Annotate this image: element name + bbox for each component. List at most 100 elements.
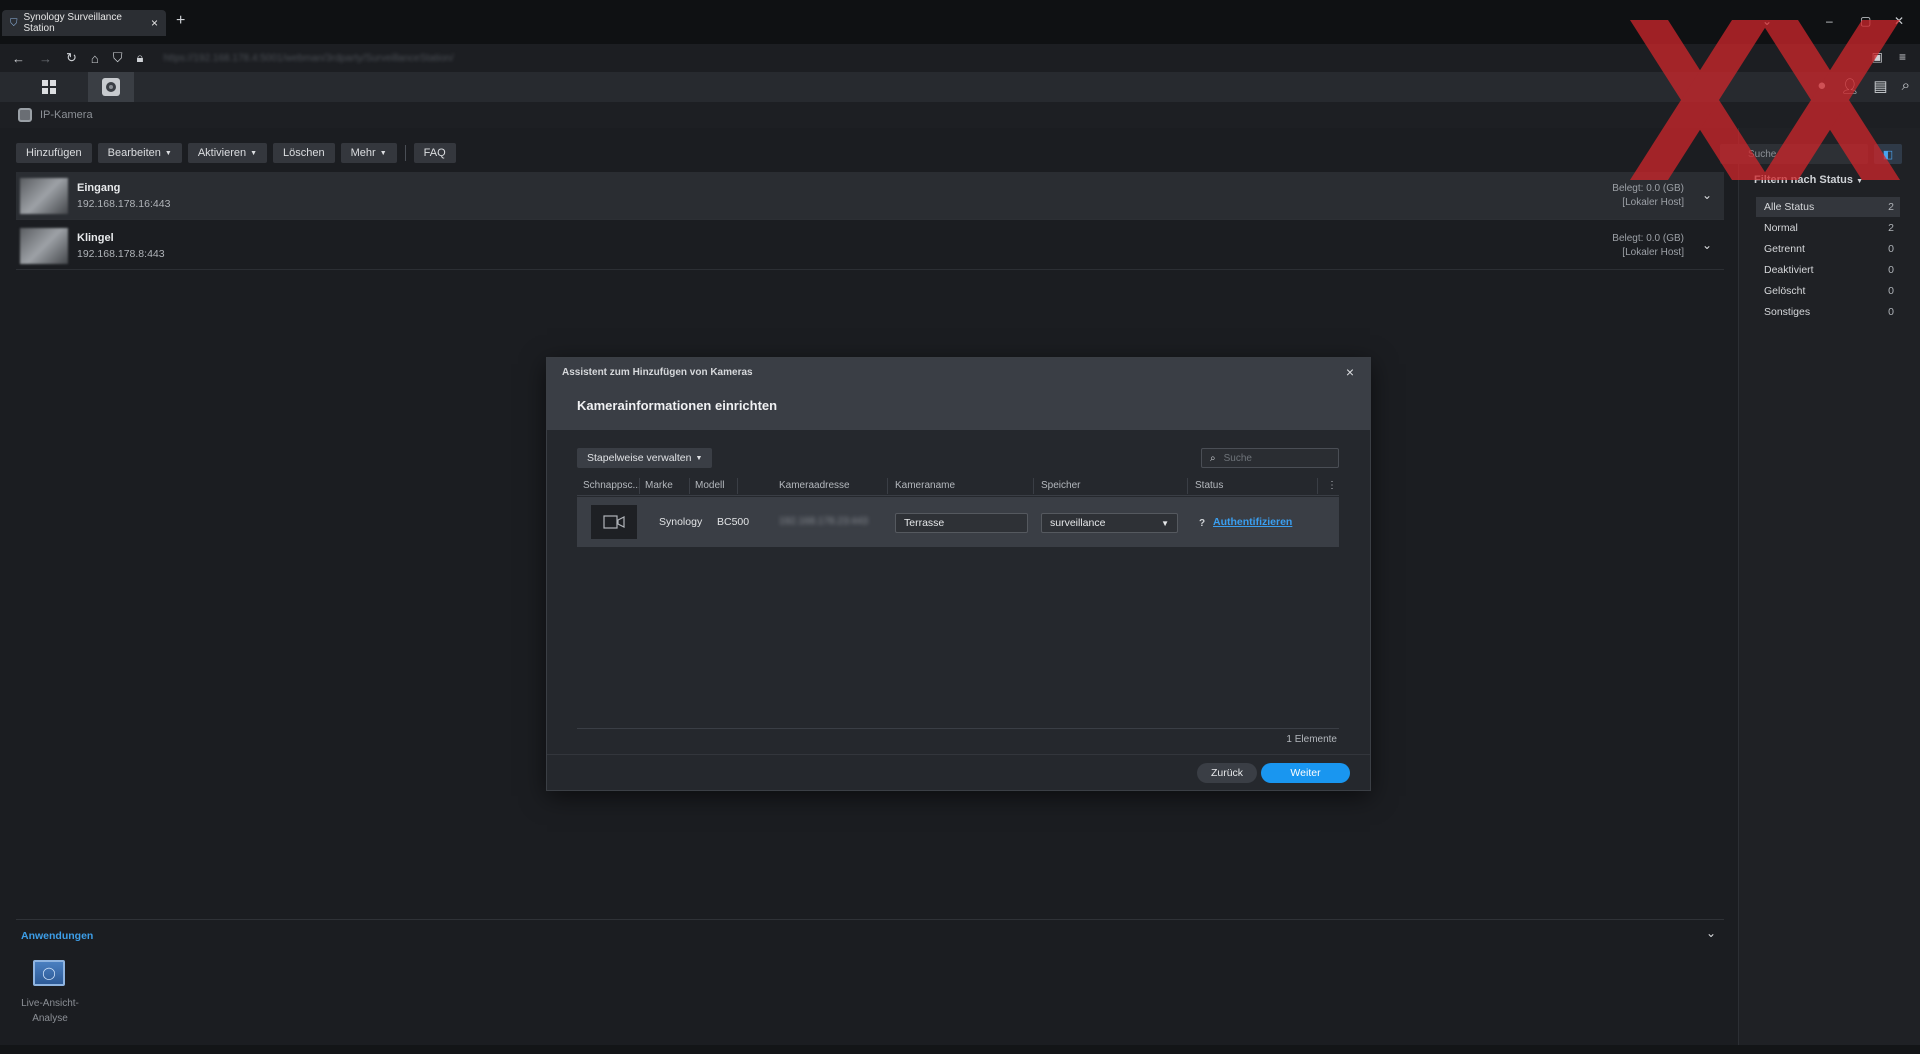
edit-button[interactable]: Bearbeiten ▼ (97, 143, 182, 163)
column-model[interactable]: Modell (695, 480, 724, 491)
tracking-shield-icon[interactable]: ⛉ (113, 50, 123, 66)
delete-label: Löschen (283, 147, 325, 159)
column-divider (1033, 478, 1034, 494)
chevron-down-icon[interactable]: ⌄ (1702, 238, 1712, 252)
camera-row[interactable]: Klingel 192.168.178.8:443 Belegt: 0.0 (G… (16, 222, 1724, 270)
table-row[interactable]: Synology BC500 192.168.178.23:443 Terras… (577, 497, 1339, 547)
apps-divider (16, 919, 1724, 920)
apps-title[interactable]: Anwendungen (21, 930, 93, 942)
add-button[interactable]: Hinzufügen (16, 143, 92, 163)
filter-count: 0 (1888, 243, 1894, 255)
filter-label: Gelöscht (1764, 285, 1806, 297)
camera-usage: Belegt: 0.0 (GB) [Lokaler Host] (1612, 182, 1684, 210)
surveillance-icon (102, 78, 120, 96)
column-divider (887, 478, 888, 494)
activate-label: Aktivieren (197, 147, 247, 159)
column-name[interactable]: Kameraname (895, 480, 955, 491)
toolbar-divider (404, 145, 406, 161)
camera-name: Klingel (77, 232, 114, 244)
filter-count: 0 (1888, 285, 1894, 297)
live-analytics-label[interactable]: Live-Ansicht-Analyse (14, 996, 86, 1026)
table-header: Schnappsc... Marke Modell Kameraadresse … (577, 476, 1339, 496)
search-placeholder: Suche (1223, 452, 1252, 464)
main-menu-button[interactable] (26, 72, 72, 102)
home-icon[interactable]: ⌂ (91, 51, 99, 66)
camera-ip: 192.168.178.8:443 (77, 248, 165, 260)
authenticate-link[interactable]: Authentifizieren (1213, 516, 1292, 528)
camera-toolbar: Hinzufügen Bearbeiten ▼ Aktivieren ▼ Lösch… (16, 143, 456, 163)
url-field[interactable]: https://192.168.178.4:5001/webman/3rdpar… (163, 53, 453, 64)
batch-manage-button[interactable]: Stapelweise verwalten ▼ (577, 448, 713, 468)
close-icon[interactable]: × (1346, 364, 1354, 380)
tab-title: Synology Surveillance Station (23, 12, 122, 34)
camera-ip: 192.168.178.16:443 (77, 198, 171, 210)
column-divider (689, 478, 690, 494)
activate-button[interactable]: Aktivieren ▼ (187, 143, 268, 163)
filter-label: Getrennt (1764, 243, 1805, 255)
window-title: IP-Kamera (40, 109, 93, 121)
camera-used: Belegt: 0.0 (GB) (1612, 183, 1684, 194)
search-icon: ⌕ (1210, 452, 1216, 464)
filter-item-disabled[interactable]: Deaktiviert 0 (1756, 260, 1900, 280)
more-button[interactable]: Mehr ▼ (340, 143, 397, 163)
camera-name-value: Terrasse (904, 517, 945, 529)
snapshot-placeholder (591, 505, 637, 539)
edit-label: Bearbeiten (107, 147, 161, 159)
shield-icon: ⛉ (10, 17, 18, 29)
camera-name-input[interactable]: Terrasse (895, 513, 1028, 533)
new-tab-button[interactable]: + (176, 12, 185, 30)
filter-item-disconnected[interactable]: Getrennt 0 (1756, 239, 1900, 259)
lock-icon[interactable]: 🔒︎ (137, 50, 144, 66)
column-address[interactable]: Kameraadresse (779, 480, 850, 491)
chevron-down-icon[interactable]: ⌄ (1706, 926, 1716, 940)
search-icon[interactable]: ⌕ (1902, 77, 1910, 95)
camera-host: [Lokaler Host] (1622, 247, 1684, 258)
column-brand[interactable]: Marke (645, 480, 673, 491)
filter-count: 0 (1888, 306, 1894, 318)
filter-count: 2 (1888, 201, 1894, 213)
back-button[interactable]: Zurück (1197, 763, 1257, 783)
filter-label: Alle Status (1764, 201, 1815, 213)
chevron-down-icon[interactable]: ⌄ (1702, 188, 1712, 202)
storage-select[interactable]: surveillance ▼ (1041, 513, 1178, 533)
column-status[interactable]: Status (1195, 480, 1223, 491)
caret-down-icon: ▼ (1161, 518, 1169, 528)
faq-button[interactable]: FAQ (413, 143, 456, 163)
watermark-x-logo (1630, 20, 1900, 180)
back-icon[interactable]: ← (12, 51, 25, 66)
video-camera-icon (603, 515, 625, 529)
browser-tab[interactable]: ⛉ Synology Surveillance Station × (2, 10, 166, 36)
reload-icon[interactable]: ↻ (66, 50, 77, 66)
wizard-header: Assistent zum Hinzufügen von Kameras × K… (547, 358, 1370, 430)
filter-label: Normal (1764, 222, 1798, 234)
filter-label: Deaktiviert (1764, 264, 1814, 276)
grid-icon (42, 80, 56, 94)
caret-down-icon: ▼ (250, 149, 258, 157)
wizard-search-input[interactable]: ⌕ Suche (1201, 448, 1339, 468)
item-count: 1 Elemente (1286, 734, 1337, 745)
column-menu-icon[interactable]: ⋮ (1327, 480, 1337, 491)
column-storage[interactable]: Speicher (1041, 480, 1080, 491)
filter-item-deleted[interactable]: Gelöscht 0 (1756, 281, 1900, 301)
filter-item-other[interactable]: Sonstiges 0 (1756, 302, 1900, 322)
caret-down-icon: ▼ (695, 454, 703, 462)
close-icon[interactable]: × (151, 16, 158, 30)
column-divider (1317, 478, 1318, 494)
surveillance-app-button[interactable] (88, 72, 134, 102)
menu-icon[interactable]: ≡ (1899, 50, 1906, 64)
help-icon[interactable]: ? (1199, 518, 1205, 529)
filter-item-normal[interactable]: Normal 2 (1756, 218, 1900, 238)
filter-item-all[interactable]: Alle Status 2 (1756, 197, 1900, 217)
column-snapshot[interactable]: Schnappsc... (583, 480, 641, 491)
next-button[interactable]: Weiter (1261, 763, 1350, 783)
camera-row[interactable]: Eingang 192.168.178.16:443 Belegt: 0.0 (… (16, 172, 1724, 220)
cell-brand: Synology (659, 516, 703, 528)
delete-button[interactable]: Löschen (273, 143, 335, 163)
filter-label: Sonstiges (1764, 306, 1811, 318)
filter-count: 0 (1888, 264, 1894, 276)
forward-icon[interactable]: → (39, 51, 52, 66)
wizard-subtitle: Kamerainformationen einrichten (577, 398, 778, 413)
more-label: Mehr (350, 147, 376, 159)
column-divider (737, 478, 738, 494)
live-analytics-icon[interactable]: ◯ (33, 960, 65, 986)
